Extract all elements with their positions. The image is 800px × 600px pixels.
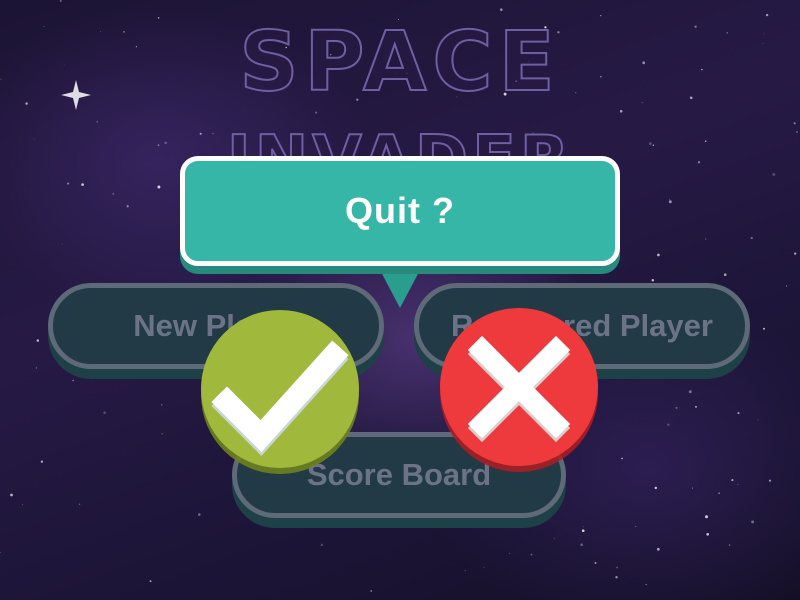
star bbox=[370, 590, 373, 592]
star bbox=[580, 543, 584, 547]
star bbox=[765, 13, 769, 17]
star bbox=[320, 543, 324, 547]
star bbox=[504, 521, 508, 525]
dialog-pointer bbox=[380, 270, 420, 308]
dialog-title: Quit ? bbox=[345, 190, 455, 231]
star bbox=[645, 584, 647, 586]
star bbox=[72, 379, 74, 382]
star bbox=[705, 515, 708, 519]
star bbox=[315, 111, 318, 114]
game-title-line-1: SPACE bbox=[238, 15, 561, 110]
star bbox=[392, 519, 396, 522]
star bbox=[96, 120, 99, 123]
star bbox=[90, 368, 93, 372]
star bbox=[793, 122, 796, 125]
star bbox=[750, 236, 753, 240]
star bbox=[621, 457, 623, 460]
star bbox=[691, 487, 693, 489]
star bbox=[615, 576, 618, 579]
star bbox=[675, 406, 678, 409]
star bbox=[78, 503, 81, 505]
confirm-quit-button[interactable] bbox=[201, 310, 359, 468]
star bbox=[594, 562, 597, 564]
star bbox=[657, 253, 660, 257]
star bbox=[40, 460, 44, 463]
check-icon bbox=[211, 340, 349, 456]
star bbox=[161, 404, 163, 406]
star bbox=[583, 526, 584, 528]
star bbox=[737, 483, 739, 485]
star bbox=[59, 0, 62, 3]
star bbox=[667, 423, 670, 426]
star bbox=[36, 339, 40, 342]
star bbox=[616, 566, 618, 569]
star bbox=[794, 252, 797, 255]
star bbox=[578, 538, 580, 540]
star bbox=[581, 529, 585, 533]
star bbox=[751, 520, 755, 524]
star bbox=[157, 17, 160, 19]
star bbox=[600, 14, 602, 17]
star bbox=[762, 327, 766, 330]
star bbox=[35, 367, 37, 369]
star bbox=[654, 486, 658, 490]
star bbox=[0, 551, 1, 554]
star bbox=[509, 552, 510, 554]
star bbox=[22, 503, 24, 505]
star bbox=[718, 492, 720, 494]
star bbox=[61, 243, 63, 245]
star bbox=[723, 273, 727, 277]
star bbox=[500, 8, 503, 11]
star bbox=[728, 544, 731, 546]
quit-dialog: Quit ? bbox=[180, 156, 620, 266]
star bbox=[553, 538, 555, 540]
star bbox=[103, 411, 106, 415]
star bbox=[669, 198, 671, 200]
star bbox=[10, 493, 13, 497]
star bbox=[688, 390, 692, 394]
star bbox=[705, 238, 707, 240]
star bbox=[651, 278, 655, 282]
star bbox=[731, 479, 734, 482]
star bbox=[757, 419, 759, 421]
star bbox=[695, 406, 697, 408]
star bbox=[161, 433, 163, 435]
star bbox=[464, 569, 466, 572]
star bbox=[668, 200, 672, 204]
star bbox=[483, 566, 485, 568]
star bbox=[706, 532, 710, 536]
game-screen: SPACE INVADER New Player Registered Play… bbox=[0, 0, 800, 600]
star bbox=[635, 526, 637, 527]
star bbox=[768, 479, 772, 482]
star bbox=[126, 205, 129, 208]
star bbox=[619, 110, 623, 113]
star bbox=[112, 193, 115, 195]
star bbox=[737, 412, 740, 415]
close-icon bbox=[467, 335, 571, 443]
star bbox=[149, 580, 152, 583]
star bbox=[530, 553, 533, 556]
star bbox=[785, 285, 788, 287]
star bbox=[198, 513, 201, 516]
star bbox=[656, 547, 660, 551]
cancel-quit-button[interactable] bbox=[440, 308, 598, 466]
